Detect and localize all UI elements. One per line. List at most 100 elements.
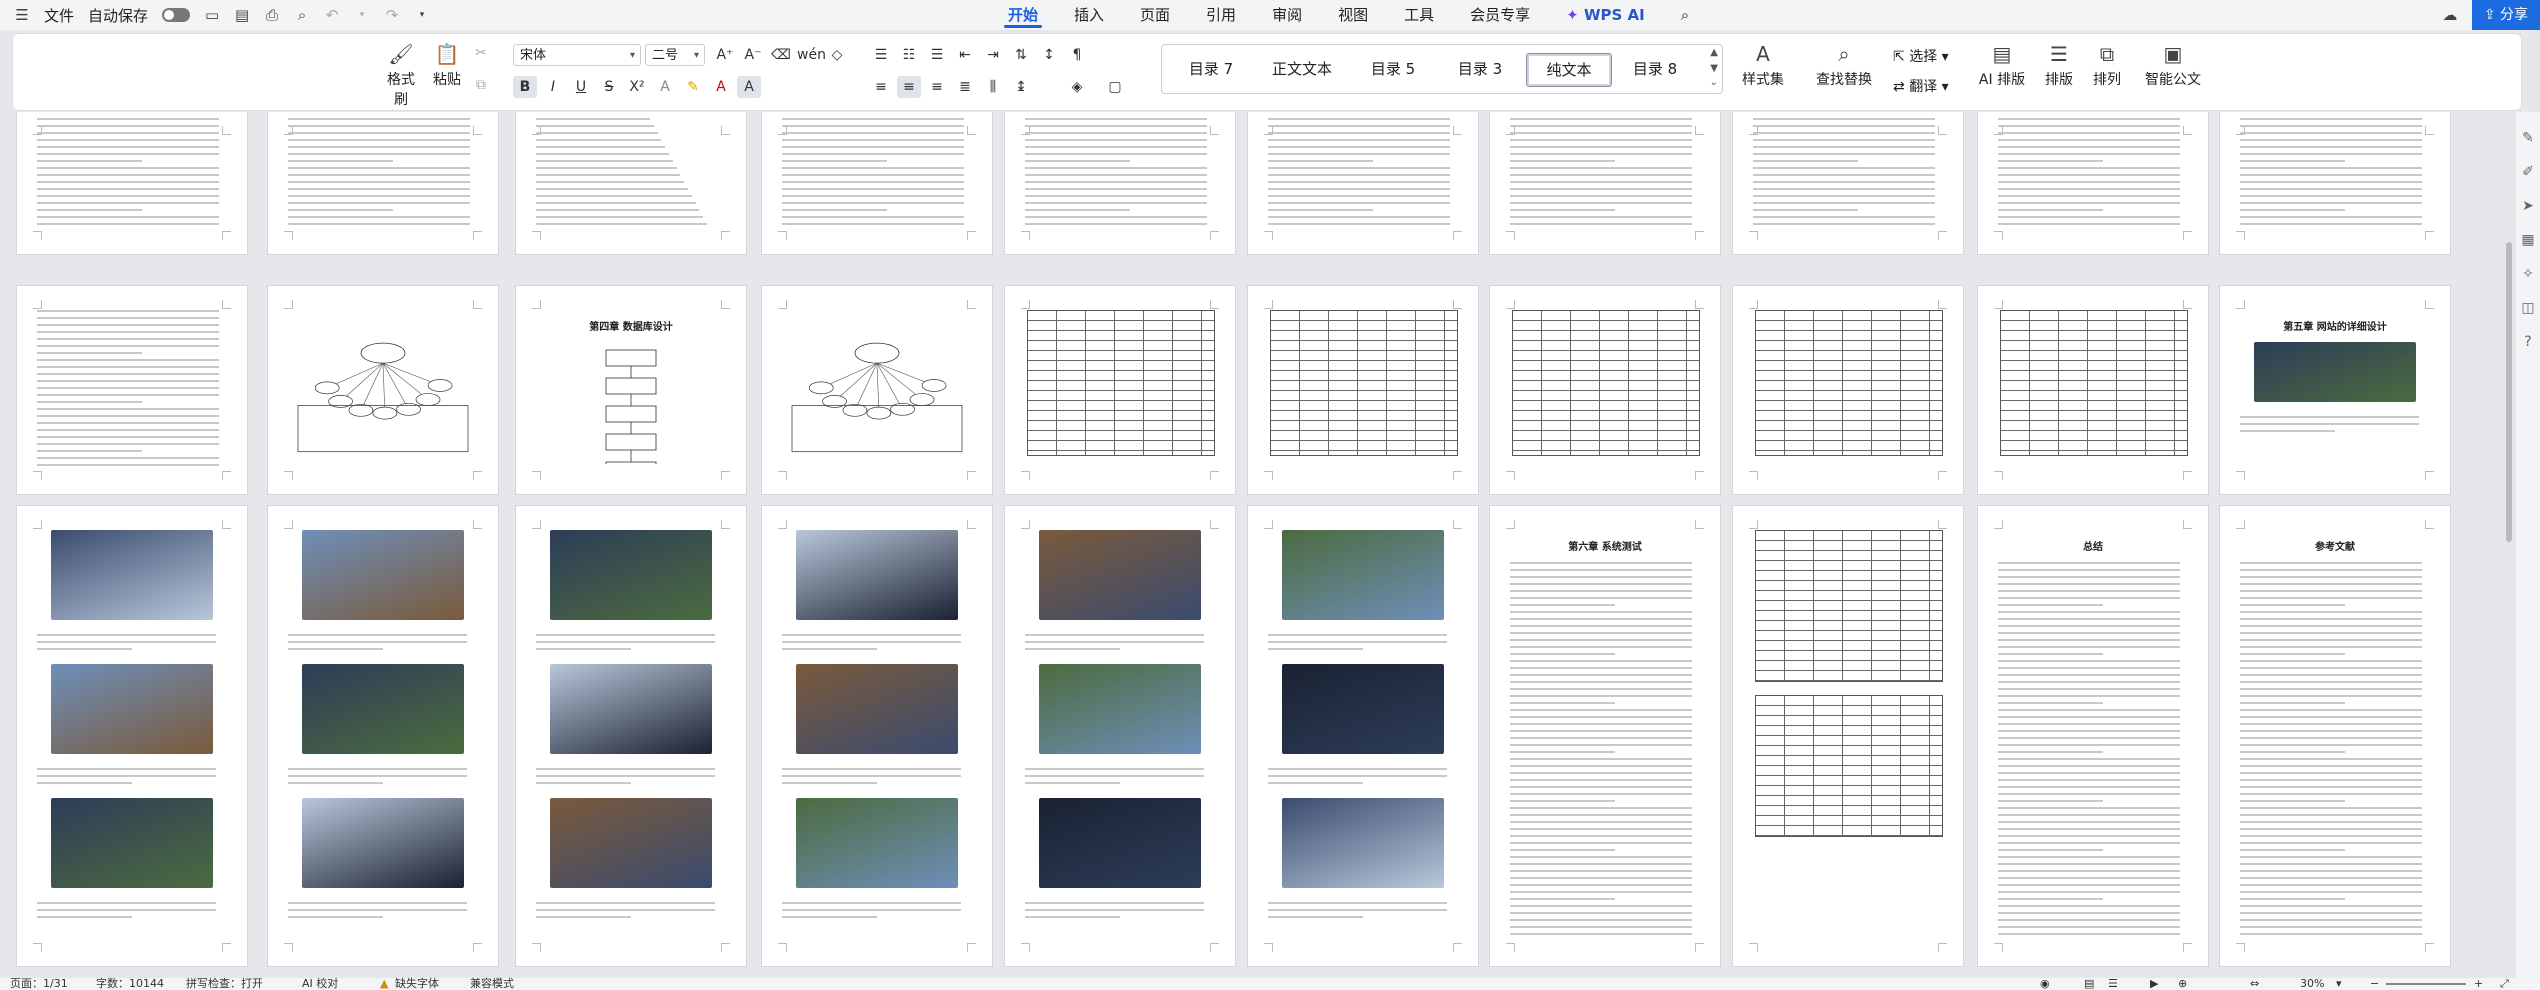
eraser-icon[interactable]: ◇ [825, 44, 849, 66]
style-toc-3[interactable]: 目录 3 [1438, 53, 1522, 85]
phonetic-icon[interactable]: wén [797, 44, 826, 66]
page-thumbnail[interactable] [1248, 112, 1478, 254]
page-thumbnail[interactable] [2220, 506, 2450, 966]
format-painter-button[interactable]: 🖌 格式刷 [381, 42, 421, 109]
pen-icon[interactable]: ✎ [2516, 130, 2540, 146]
print-icon[interactable]: ⎙ [264, 7, 280, 23]
font-size-select[interactable]: 二号 ▾ [645, 44, 705, 66]
border-icon[interactable]: ▢ [1103, 76, 1127, 98]
style-scroll-up-icon[interactable]: ▲ [1710, 47, 1718, 58]
zoom-slider[interactable] [2386, 983, 2466, 985]
style-toc-8[interactable]: 目录 8 [1614, 53, 1696, 85]
page-view-icon[interactable]: ▤ [2084, 978, 2094, 990]
tab-insert[interactable]: 插入 [1056, 0, 1122, 30]
missing-font-button[interactable]: 缺失字体 [395, 978, 439, 990]
page-thumbnail[interactable] [762, 112, 992, 254]
copy-icon[interactable]: ⧉ [469, 74, 493, 96]
export-pdf-icon[interactable]: ▤ [234, 7, 250, 23]
style-body-text[interactable]: 正文文本 [1256, 53, 1348, 85]
page-thumbnail[interactable] [1978, 506, 2208, 966]
zoom-level[interactable]: 30% [2300, 978, 2324, 990]
tab-page[interactable]: 页面 [1122, 0, 1188, 30]
clear-format-icon[interactable]: ⌫ [769, 44, 793, 66]
page-thumbnail[interactable] [1248, 286, 1478, 494]
find-replace-button[interactable]: ⌕ 查找替换 [1809, 42, 1879, 89]
page-thumbnail[interactable] [1490, 506, 1720, 966]
cut-icon[interactable]: ✂ [469, 42, 493, 64]
layout-button[interactable]: ☰ 排版 [2037, 42, 2081, 89]
shading-icon[interactable]: ◈ [1065, 76, 1089, 98]
increase-indent-icon[interactable]: ⇥ [981, 44, 1005, 66]
zoom-out-icon[interactable]: − [2370, 978, 2379, 990]
superscript-button[interactable]: X² [625, 76, 649, 98]
highlight-color-button[interactable]: ✎ [681, 76, 705, 98]
page-thumbnail[interactable] [762, 506, 992, 966]
text-effect-button[interactable]: A [653, 76, 677, 98]
menu-icon[interactable]: ☰ [14, 7, 30, 23]
customize-dropdown-icon[interactable]: ▾ [414, 7, 430, 23]
scrollbar-thumb[interactable] [2506, 242, 2512, 542]
decrease-indent-icon[interactable]: ⇤ [953, 44, 977, 66]
file-menu[interactable]: 文件 [44, 5, 74, 26]
page-thumbnail[interactable] [268, 286, 498, 494]
zoom-dropdown-icon[interactable]: ▾ [2336, 978, 2342, 990]
print-preview-icon[interactable]: ⌕ [294, 7, 310, 23]
paste-button[interactable]: 📋 粘贴 [427, 42, 467, 89]
font-color-button[interactable]: A [709, 76, 733, 98]
save-icon[interactable]: ▭ [204, 7, 220, 23]
tools-icon[interactable]: ✧ [2516, 266, 2540, 282]
tab-home[interactable]: 开始 [990, 0, 1056, 30]
outline-view-icon[interactable]: ☰ [2108, 978, 2118, 990]
style-expand-icon[interactable]: ⌄ [1710, 77, 1718, 88]
tab-view[interactable]: 视图 [1320, 0, 1386, 30]
pointer-icon[interactable]: ➤ [2516, 198, 2540, 214]
undo-icon[interactable]: ↶ [324, 7, 340, 23]
sort-icon[interactable]: ↕ [1037, 44, 1061, 66]
page-thumbnail[interactable] [1978, 286, 2208, 494]
style-set-button[interactable]: A 样式集 [1735, 42, 1791, 89]
search-icon[interactable]: ⌕ [1663, 0, 1707, 30]
page-thumbnail[interactable] [17, 112, 247, 254]
page-thumbnail[interactable] [1733, 286, 1963, 494]
smart-doc-button[interactable]: ▣ 智能公文 [2141, 42, 2205, 89]
page-thumbnail[interactable] [268, 112, 498, 254]
page-thumbnail[interactable] [1978, 112, 2208, 254]
fullscreen-icon[interactable]: ⤢ [2500, 978, 2509, 990]
arrange-button[interactable]: ⧉ 排列 [2085, 42, 2129, 89]
page-thumbnail[interactable] [1248, 506, 1478, 966]
page-thumbnail[interactable] [516, 112, 746, 254]
fit-width-icon[interactable]: ⇔ [2250, 978, 2259, 990]
undo-dropdown-icon[interactable]: ▾ [354, 7, 370, 23]
underline-button[interactable]: U [569, 76, 593, 98]
italic-button[interactable]: I [541, 76, 565, 98]
vertical-scrollbar[interactable] [2504, 112, 2514, 978]
grow-font-icon[interactable]: A⁺ [713, 44, 737, 66]
page-thumbnail[interactable] [1490, 286, 1720, 494]
font-name-select[interactable]: 宋体 ▾ [513, 44, 641, 66]
share-button[interactable]: ⇪ 分享 [2471, 0, 2540, 30]
align-right-icon[interactable]: ≡ [925, 76, 949, 98]
line-spacing-icon[interactable]: ↨ [1009, 76, 1033, 98]
play-icon[interactable]: ▶ [2150, 978, 2158, 990]
bold-button[interactable]: B [513, 76, 537, 98]
style-scroll-down-icon[interactable]: ▼ [1710, 63, 1718, 74]
tab-tools[interactable]: 工具 [1386, 0, 1452, 30]
table-icon[interactable]: ▦ [2516, 232, 2540, 248]
page-thumbnail[interactable] [17, 506, 247, 966]
tab-reference[interactable]: 引用 [1188, 0, 1254, 30]
align-center-icon[interactable]: ≡ [897, 76, 921, 98]
page-thumbnail[interactable] [516, 506, 746, 966]
page-thumbnail[interactable] [1733, 506, 1963, 966]
tab-review[interactable]: 审阅 [1254, 0, 1320, 30]
spell-check-status[interactable]: 拼写检查：打开 [186, 978, 263, 990]
page-thumbnail[interactable] [1005, 112, 1235, 254]
numbered-list-icon[interactable]: ☷ [897, 44, 921, 66]
page-thumbnail[interactable] [2220, 112, 2450, 254]
show-marks-icon[interactable]: ¶ [1065, 44, 1089, 66]
word-count[interactable]: 字数：10144 [96, 978, 164, 990]
style-toc-7[interactable]: 目录 7 [1170, 53, 1252, 85]
ai-layout-button[interactable]: ▤ AI 排版 [1971, 42, 2033, 89]
ai-proofread-button[interactable]: AI 校对 [302, 978, 338, 990]
help-icon[interactable]: ? [2516, 334, 2540, 350]
cloud-sync-icon[interactable]: ☁ [2442, 7, 2458, 23]
